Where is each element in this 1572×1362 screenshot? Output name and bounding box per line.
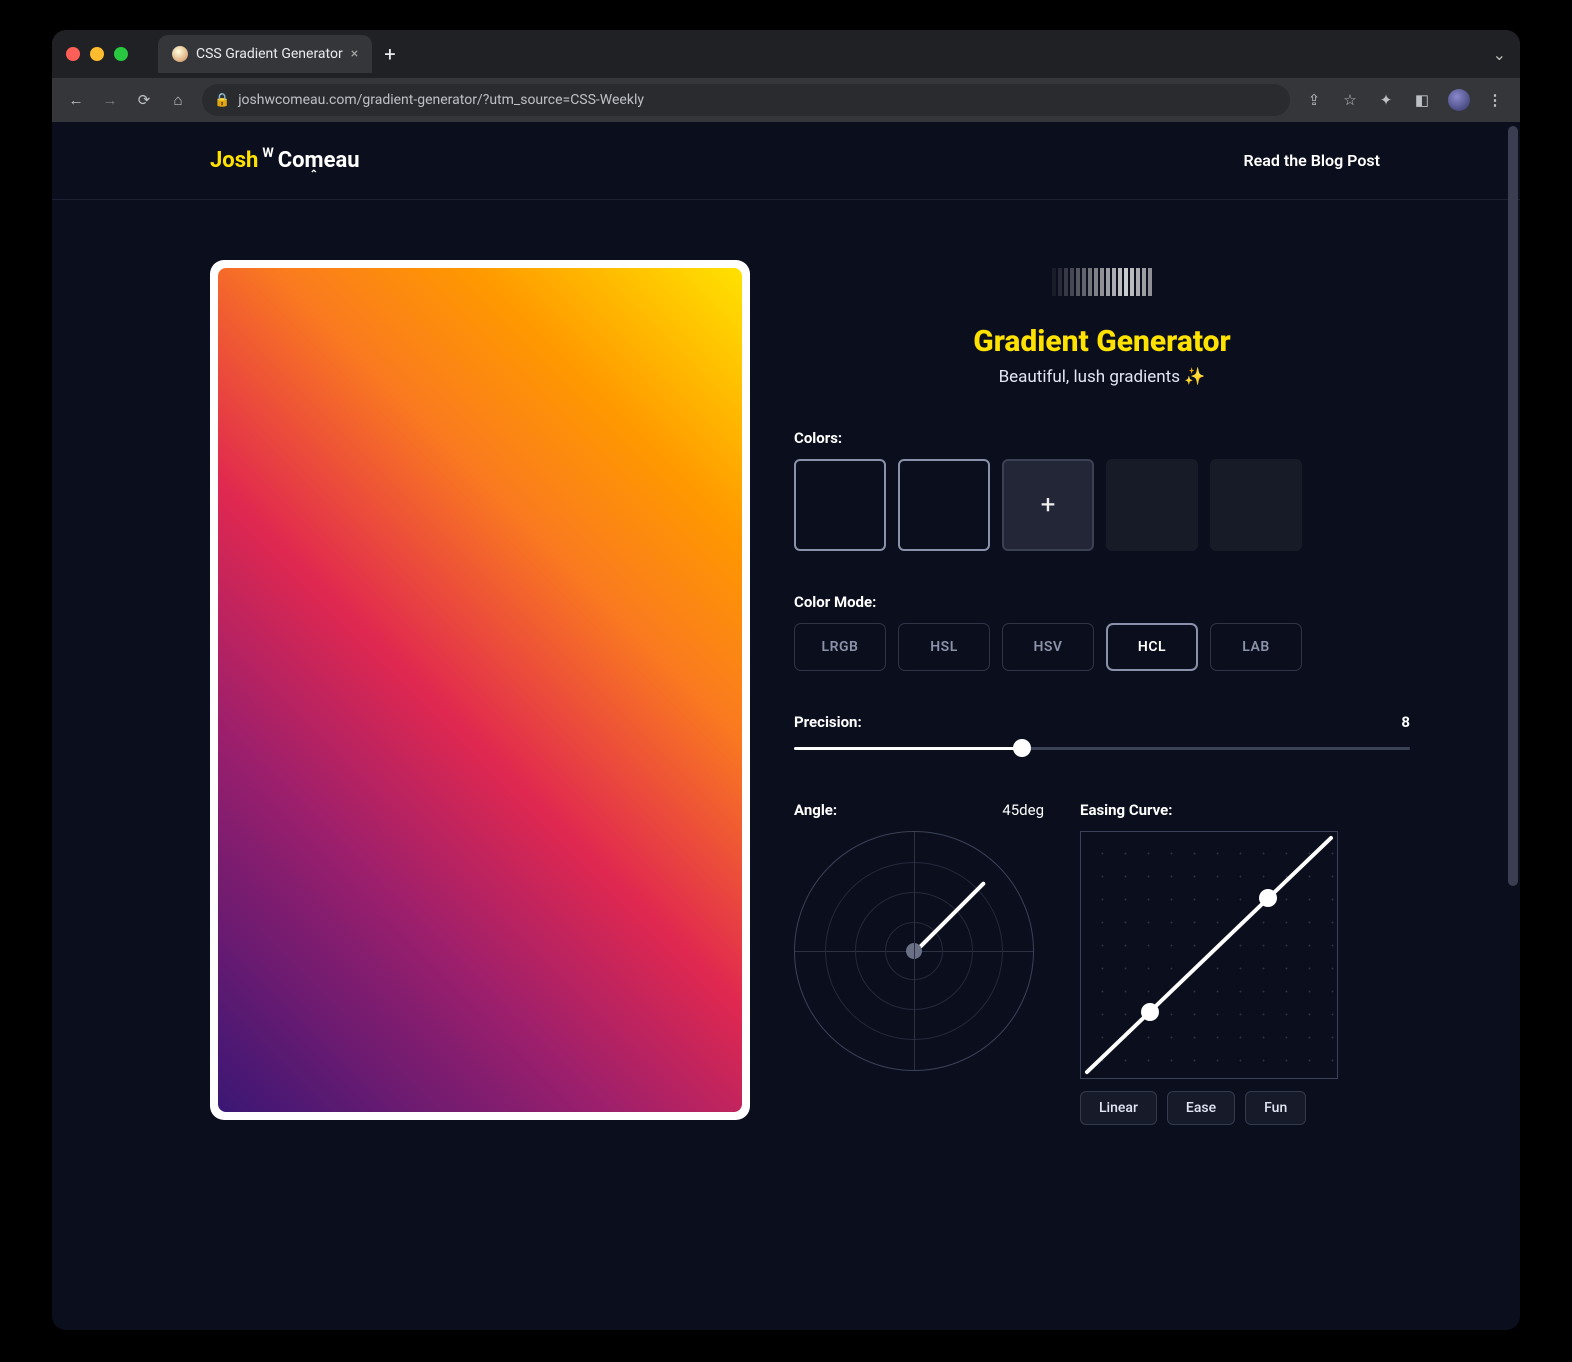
easing-label: Easing Curve: — [1080, 801, 1410, 819]
angle-center-dot — [906, 943, 922, 959]
colors-label: Colors: — [794, 429, 1410, 447]
window-controls — [66, 47, 128, 61]
tab-title: CSS Gradient Generator — [196, 46, 343, 62]
add-color-button[interactable]: + — [1002, 459, 1094, 551]
logo-part-2: Comeau — [278, 148, 360, 173]
slider-thumb[interactable] — [1013, 739, 1031, 757]
url-text: joshwcomeau.com/gradient-generator/?utm_… — [238, 92, 644, 108]
extensions-icon[interactable]: ✦ — [1376, 90, 1396, 110]
site-logo[interactable]: Josh W Comeau ⌃ — [210, 148, 372, 173]
page-title: Gradient Generator — [794, 324, 1410, 359]
logo-part-1: Josh — [210, 148, 258, 173]
slider-fill — [794, 747, 1022, 750]
panel-icon[interactable]: ◧ — [1412, 90, 1432, 110]
precision-label: Precision: — [794, 713, 862, 731]
back-button[interactable]: ← — [66, 90, 86, 110]
reload-button[interactable]: ⟳ — [134, 90, 154, 110]
precision-slider[interactable] — [794, 737, 1410, 761]
address-bar: ← → ⟳ ⌂ 🔒 joshwcomeau.com/gradient-gener… — [52, 78, 1520, 122]
page-subtitle: Beautiful, lush gradients ✨ — [794, 367, 1410, 387]
logo-decor: W — [262, 146, 273, 161]
page-content: Josh W Comeau ⌃ Read the Blog Post G — [52, 122, 1520, 1330]
easing-presets: Linear Ease Fun — [1080, 1091, 1410, 1125]
easing-line — [1081, 832, 1337, 1078]
minimize-window-button[interactable] — [90, 47, 104, 61]
read-blog-link[interactable]: Read the Blog Post — [1243, 151, 1380, 170]
mode-hsv[interactable]: HSV — [1002, 623, 1094, 671]
profile-avatar[interactable] — [1448, 89, 1470, 111]
mode-lab[interactable]: LAB — [1210, 623, 1302, 671]
close-window-button[interactable] — [66, 47, 80, 61]
url-input[interactable]: 🔒 joshwcomeau.com/gradient-generator/?ut… — [202, 84, 1290, 116]
color-swatches: + — [794, 459, 1410, 551]
angle-dial[interactable] — [794, 831, 1034, 1071]
decorative-bars-icon — [794, 268, 1410, 296]
maximize-window-button[interactable] — [114, 47, 128, 61]
home-button[interactable]: ⌂ — [168, 90, 188, 110]
mode-lrgb[interactable]: LRGB — [794, 623, 886, 671]
close-tab-icon[interactable]: × — [351, 46, 358, 62]
easing-handle-2[interactable] — [1259, 889, 1277, 907]
color-swatch-1[interactable] — [794, 459, 886, 551]
favicon-icon — [172, 46, 188, 62]
easing-ease-button[interactable]: Ease — [1167, 1091, 1235, 1125]
controls-panel: Gradient Generator Beautiful, lush gradi… — [794, 260, 1410, 1125]
tabs-menu-icon[interactable]: ⌄ — [1493, 45, 1506, 64]
new-tab-button[interactable]: + — [384, 42, 395, 66]
plus-icon: + — [1041, 490, 1056, 520]
color-mode-row: LRGB HSL HSV HCL LAB — [794, 623, 1410, 671]
toolbar-icons: ⇪ ☆ ✦ ◧ ⋮ — [1304, 89, 1506, 111]
easing-linear-button[interactable]: Linear — [1080, 1091, 1157, 1125]
logo-caret-icon: ⌃ — [310, 169, 318, 180]
mode-hcl[interactable]: HCL — [1106, 623, 1198, 671]
color-mode-label: Color Mode: — [794, 593, 1410, 611]
share-icon[interactable]: ⇪ — [1304, 90, 1324, 110]
browser-window: CSS Gradient Generator × + ⌄ ← → ⟳ ⌂ 🔒 j… — [52, 30, 1520, 1330]
site-header: Josh W Comeau ⌃ Read the Blog Post — [52, 122, 1520, 200]
kebab-menu-icon[interactable]: ⋮ — [1486, 90, 1506, 110]
bookmark-icon[interactable]: ☆ — [1340, 90, 1360, 110]
angle-value: 45deg — [1002, 801, 1044, 819]
gradient-preview-frame — [210, 260, 750, 1120]
easing-curve-editor[interactable] — [1080, 831, 1338, 1079]
scrollbar[interactable] — [1508, 126, 1518, 886]
forward-button[interactable]: → — [100, 90, 120, 110]
color-swatch-2[interactable] — [898, 459, 990, 551]
tab-strip: CSS Gradient Generator × + ⌄ — [52, 30, 1520, 78]
lock-icon: 🔒 — [214, 93, 230, 108]
empty-swatch — [1210, 459, 1302, 551]
easing-handle-1[interactable] — [1141, 1003, 1159, 1021]
mode-hsl[interactable]: HSL — [898, 623, 990, 671]
gradient-preview — [218, 268, 742, 1112]
empty-swatch — [1106, 459, 1198, 551]
easing-fun-button[interactable]: Fun — [1245, 1091, 1306, 1125]
browser-tab[interactable]: CSS Gradient Generator × — [158, 35, 372, 73]
angle-label: Angle: — [794, 801, 837, 819]
precision-value: 8 — [1401, 713, 1410, 731]
